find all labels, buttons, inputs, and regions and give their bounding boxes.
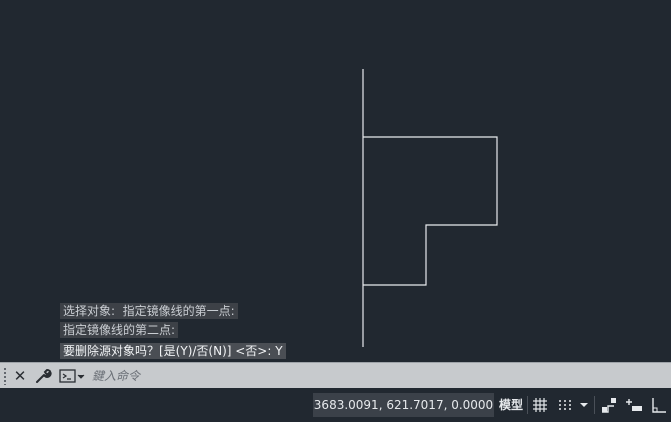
grip-icon[interactable]: [3, 367, 7, 385]
grid-icon[interactable]: [530, 393, 550, 417]
status-bar: 3683.0091, 621.7017, 0.0000 模型: [0, 388, 671, 422]
snap-dots-icon[interactable]: [555, 393, 575, 417]
command-line-bar: ✕: [0, 362, 671, 388]
wrench-icon[interactable]: [33, 366, 53, 386]
coordinate-readout[interactable]: 3683.0091, 621.7017, 0.0000: [313, 393, 494, 417]
drawn-shape[interactable]: [363, 136, 498, 286]
chevron-down-icon[interactable]: [577, 393, 591, 417]
ortho-icon[interactable]: [648, 393, 670, 417]
separator: [527, 396, 528, 414]
infer-constraints-icon[interactable]: [598, 393, 620, 417]
command-history-line-3: 要删除源对象吗？[是(Y)/否(N)] <否>: Y: [60, 343, 286, 359]
terminal-icon[interactable]: [58, 366, 88, 386]
model-space-button[interactable]: 模型: [496, 393, 526, 417]
command-input[interactable]: [92, 366, 662, 386]
separator: [594, 396, 595, 414]
command-history-line-1: 选择对象: 指定镜像线的第一点:: [60, 303, 238, 319]
command-history-line-2: 指定镜像线的第二点:: [60, 322, 179, 338]
close-icon[interactable]: ✕: [10, 366, 30, 386]
drawing-canvas[interactable]: 选择对象: 指定镜像线的第一点: 指定镜像线的第二点: 要删除源对象吗？[是(Y…: [0, 0, 671, 362]
dynamic-input-icon[interactable]: [623, 393, 645, 417]
